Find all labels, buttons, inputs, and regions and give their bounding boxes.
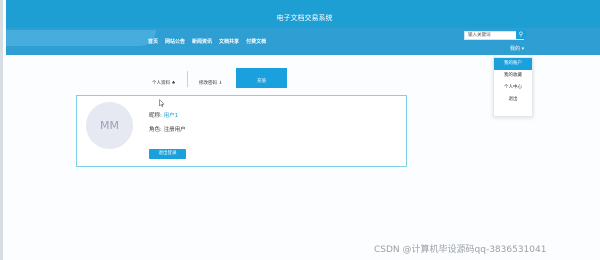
search-icon: ⚲ xyxy=(518,31,524,38)
chevron-down-icon: ▾ xyxy=(521,46,525,52)
nickname-value: 用户1 xyxy=(163,113,179,119)
dropdown-item-personal-center[interactable]: 个人中心 xyxy=(494,82,532,94)
user-menu-toggle[interactable]: 我的 ▾ xyxy=(510,46,524,53)
tab-password-label: 修改密码 ⇓ xyxy=(199,81,223,86)
site-title: 电子文档交易系统 xyxy=(276,14,333,22)
logout-button[interactable]: 退出登录 xyxy=(149,149,186,159)
nav-wave-decoration xyxy=(6,30,156,46)
dropdown-item-my-account[interactable]: 我的账户 xyxy=(494,58,532,70)
avatar: MM xyxy=(86,102,133,149)
nav-item-paid-docs[interactable]: 付费文档 xyxy=(246,39,266,46)
role-label: 角色: xyxy=(149,127,162,133)
nav-item-news[interactable]: 新闻资讯 xyxy=(192,39,212,46)
page-frame: 电子文档交易系统 首页 网站公告 新闻资讯 文档共享 付费文档 输入关键词 ⚲ … xyxy=(0,0,600,260)
tab-divider xyxy=(187,71,188,87)
profile-card: MM 昵称: 用户1 角色: 注册用户 退出登录 xyxy=(76,95,407,167)
dropdown-item-my-favorites[interactable]: 我的收藏 xyxy=(494,70,532,82)
nav-item-announcements[interactable]: 网站公告 xyxy=(165,39,185,46)
tab-profile[interactable]: 个人资料 ♠ xyxy=(152,68,182,88)
search-button[interactable]: ⚲ xyxy=(516,30,526,39)
nickname-label: 昵称: xyxy=(149,113,162,119)
nav-item-home[interactable]: 首页 xyxy=(148,39,158,46)
mouse-cursor-icon xyxy=(159,99,165,107)
nav-item-doc-sharing[interactable]: 文档共享 xyxy=(219,39,239,46)
role-value: 注册用户 xyxy=(163,127,186,133)
search-input[interactable]: 输入关键词 xyxy=(464,31,524,40)
watermark: CSDN @计算机毕设源码qq-3836531041 xyxy=(374,245,547,255)
tab-change-password[interactable]: 修改密码 ⇓ xyxy=(199,68,233,88)
dropdown-item-logout[interactable]: 退出 xyxy=(494,94,532,106)
main-nav: 首页 网站公告 新闻资讯 文档共享 付费文档 xyxy=(148,39,266,46)
nickname-row: 昵称: 用户1 xyxy=(149,112,178,120)
top-header: 电子文档交易系统 xyxy=(6,0,600,28)
user-icon: ♠ xyxy=(171,81,176,86)
user-dropdown-menu: 我的账户 我的收藏 个人中心 退出 xyxy=(493,57,533,117)
nav-bar: 首页 网站公告 新闻资讯 文档共享 付费文档 输入关键词 ⚲ 我的 ▾ xyxy=(6,28,600,55)
account-tabs: 个人资料 ♠ 修改密码 ⇓ 充值 xyxy=(123,68,287,88)
lock-icon: ⇓ xyxy=(218,81,223,86)
user-menu-label: 我的 xyxy=(510,46,521,52)
tab-recharge[interactable]: 充值 xyxy=(236,68,287,88)
role-row: 角色: 注册用户 xyxy=(149,126,186,134)
tab-profile-label: 个人资料 ♠ xyxy=(152,81,176,86)
